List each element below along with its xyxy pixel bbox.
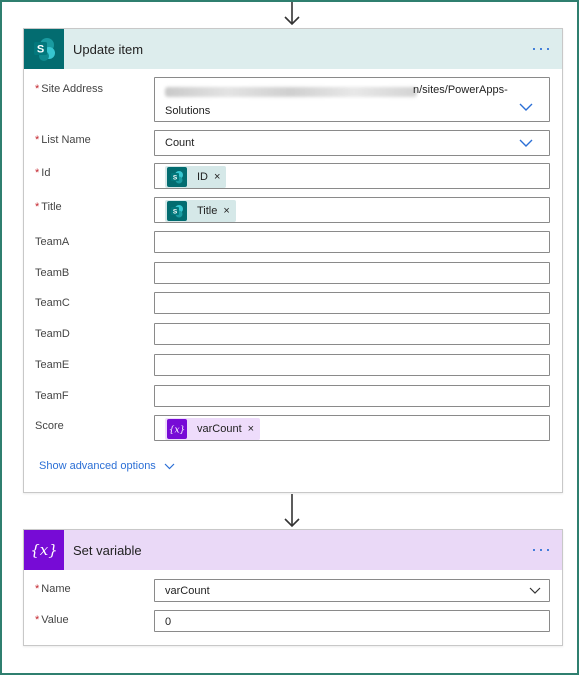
id-label: * Id [35,167,51,179]
list-name-row: * List Name Count [24,130,562,156]
sharepoint-icon: S [24,29,64,69]
site-address-label: * Site Address [35,83,104,95]
id-field[interactable]: S ID × [154,163,550,189]
name-value: varCount [165,585,210,597]
value-input[interactable]: 0 [154,610,550,632]
name-row: * Name varCount [24,579,562,602]
set-variable-header[interactable]: {x} Set variable ··· [24,530,562,570]
remove-token-button[interactable]: × [248,423,254,435]
value-value: 0 [165,616,172,628]
list-name-label: * List Name [35,134,91,146]
score-label: Score [35,420,64,432]
id-token[interactable]: S ID × [165,166,227,188]
sharepoint-icon: S [167,167,187,187]
sharepoint-icon: S [167,201,187,221]
score-row: Score {x} varCount × [24,415,562,441]
remove-token-button[interactable]: × [223,205,229,217]
team-a-label: TeamA [35,236,70,248]
team-f-input[interactable] [154,385,550,407]
title-token[interactable]: S Title × [165,200,236,222]
team-b-input[interactable] [154,262,550,284]
team-d-input[interactable] [154,323,550,345]
chevron-down-icon[interactable] [529,587,541,595]
update-item-header[interactable]: S Update item ··· [24,29,562,69]
team-d-label: TeamD [35,328,70,340]
score-token-label: varCount [197,423,242,435]
id-token-label: ID [197,171,208,183]
site-address-value-line2: Solutions [165,105,211,117]
update-item-title: Update item [73,41,144,57]
svg-text:S: S [37,44,44,56]
team-a-input[interactable] [154,231,550,253]
site-address-row: * Site Address n/sites/PowerApps- Solutio… [24,77,562,122]
team-f-label: TeamF [35,390,69,402]
team-b-row: TeamB [24,262,562,284]
flow-canvas: S Update item ··· * Site Address n/sites/… [0,0,579,675]
site-address-dropdown[interactable]: n/sites/PowerApps- Solutions [154,77,550,122]
set-variable-card: {x} Set variable ··· * Name varCount * Val… [23,529,563,646]
chevron-down-icon[interactable] [519,103,533,112]
team-a-row: TeamA [24,231,562,253]
title-field[interactable]: S Title × [154,197,550,223]
variable-icon: {x} [24,530,64,570]
chevron-down-icon [164,463,175,469]
team-c-label: TeamC [35,297,70,309]
site-address-value-line1: n/sites/PowerApps- [413,84,508,96]
svg-text:S: S [173,209,178,216]
value-label: * Value [35,614,69,626]
score-token[interactable]: {x} varCount × [165,418,261,440]
team-f-row: TeamF [24,385,562,407]
team-e-label: TeamE [35,359,70,371]
update-item-card: S Update item ··· * Site Address n/sites/… [23,28,563,493]
set-variable-title: Set variable [73,542,142,558]
redacted-url [165,87,417,97]
more-options-button[interactable]: ··· [531,540,552,558]
list-name-dropdown[interactable]: Count [154,130,550,156]
team-b-label: TeamB [35,267,70,279]
value-row: * Value 0 [24,610,562,632]
team-d-row: TeamD [24,323,562,345]
show-advanced-options-link[interactable]: Show advanced options [39,460,175,472]
variable-icon: {x} [167,419,187,439]
list-name-value: Count [165,137,195,149]
chevron-down-icon[interactable] [519,139,533,148]
id-row: * Id S ID × [24,163,562,189]
title-row: * Title S Title × [24,197,562,223]
title-label: * Title [35,201,62,213]
team-e-row: TeamE [24,354,562,376]
title-token-label: Title [197,205,218,217]
svg-text:S: S [173,175,178,182]
team-c-input[interactable] [154,292,550,314]
team-e-input[interactable] [154,354,550,376]
svg-text:{x}: {x} [30,541,58,559]
remove-token-button[interactable]: × [214,171,220,183]
arrow-down-icon [284,2,300,26]
svg-text:{x}: {x} [169,426,185,436]
team-c-row: TeamC [24,292,562,314]
more-options-button[interactable]: ··· [531,39,552,57]
score-field[interactable]: {x} varCount × [154,415,550,441]
show-advanced-options-label: Show advanced options [39,460,156,472]
arrow-down-icon [284,494,300,528]
name-dropdown[interactable]: varCount [154,579,550,602]
name-label: * Name [35,583,71,595]
